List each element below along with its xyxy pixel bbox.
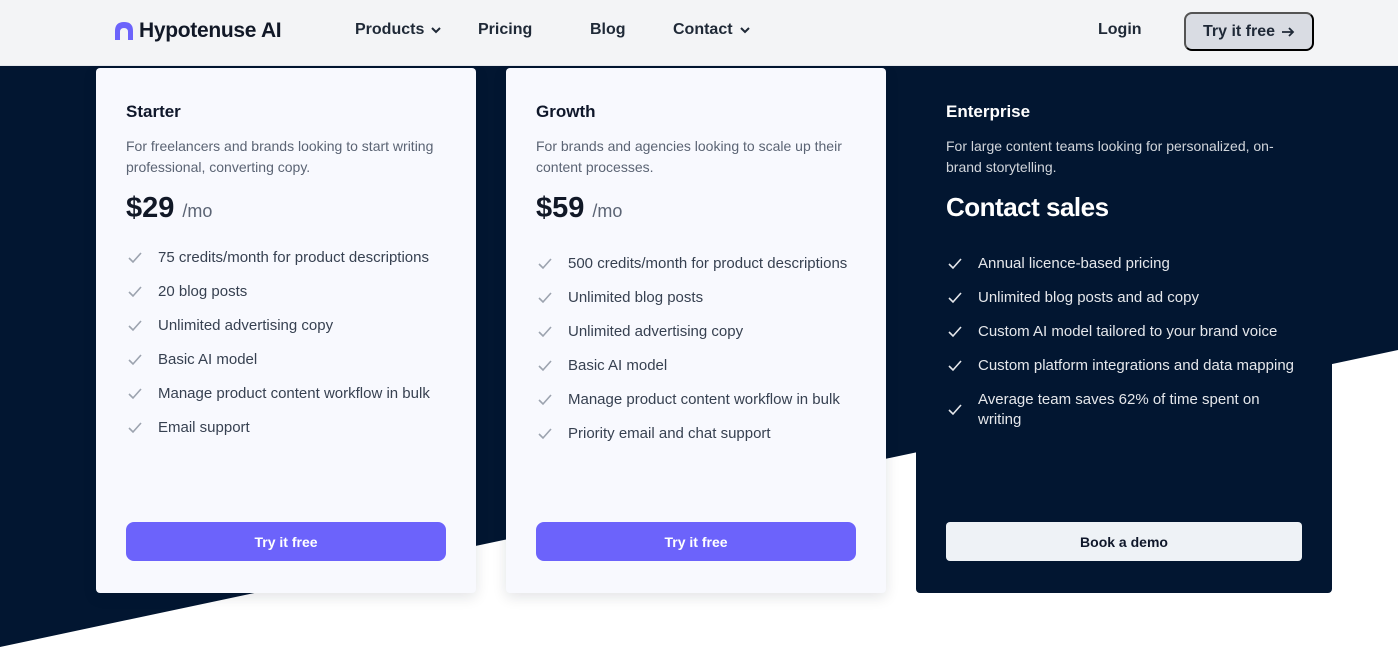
feature-text: 20 blog posts xyxy=(158,283,248,300)
arrow-right-icon xyxy=(1282,26,1295,37)
book-demo-button[interactable]: Book a demo xyxy=(946,522,1302,561)
try-free-nav-label: Try it free xyxy=(1202,22,1276,40)
feature-list: 75 credits/month for product description… xyxy=(126,248,446,438)
plan-description: For large content teams looking for pers… xyxy=(946,138,1274,175)
feature-item: 500 credits/month for product descriptio… xyxy=(536,254,856,274)
plan-card-enterprise: Enterprise For large content teams looki… xyxy=(916,68,1332,593)
feature-text: Manage product content workflow in bulk xyxy=(158,385,430,402)
plan-name: Enterprise xyxy=(946,102,1031,121)
price-unit: /mo xyxy=(182,201,213,221)
feature-item: Manage product content workflow in bulk xyxy=(536,390,856,410)
feature-item: Unlimited blog posts xyxy=(536,288,856,308)
chevron-down-icon xyxy=(739,27,750,34)
chevron-down-icon xyxy=(431,27,442,34)
feature-item: Unlimited advertising copy xyxy=(536,322,856,342)
feature-item: Unlimited advertising copy xyxy=(126,316,446,336)
plan-name: Growth xyxy=(536,102,596,121)
feature-text: Annual licence-based pricing xyxy=(978,255,1170,272)
feature-text: Custom AI model tailored to your brand v… xyxy=(978,323,1278,340)
check-icon xyxy=(538,292,552,304)
feature-text: 75 credits/month for product description… xyxy=(158,249,429,266)
nav-blog-label: Blog xyxy=(590,21,626,38)
brand-logo[interactable]: Hypotenuse AI xyxy=(113,19,282,43)
feature-text: Unlimited blog posts xyxy=(568,289,704,306)
feature-text: Custom platform integrations and data ma… xyxy=(978,357,1295,374)
plan-price: $59 /mo xyxy=(536,192,856,242)
check-icon xyxy=(128,354,142,366)
nav-products[interactable]: Products xyxy=(355,21,442,39)
check-icon xyxy=(128,252,142,264)
check-icon xyxy=(128,320,142,332)
feature-text: Unlimited advertising copy xyxy=(568,323,744,340)
try-free-button[interactable]: Try it free xyxy=(126,522,446,561)
nav-pricing[interactable]: Pricing xyxy=(478,21,532,39)
feature-item: Basic AI model xyxy=(536,356,856,376)
nav-contact-label: Contact xyxy=(673,21,733,38)
try-free-nav-button[interactable]: Try it free xyxy=(1184,12,1314,51)
nav-blog[interactable]: Blog xyxy=(590,21,626,39)
check-icon xyxy=(128,286,142,298)
nav-contact[interactable]: Contact xyxy=(673,21,751,39)
feature-item: Custom platform integrations and data ma… xyxy=(946,356,1302,376)
check-icon xyxy=(538,258,552,270)
feature-list: 500 credits/month for product descriptio… xyxy=(536,254,856,444)
plan-description: For brands and agencies looking to scale… xyxy=(536,138,842,175)
feature-item: Basic AI model xyxy=(126,350,446,370)
check-icon xyxy=(948,326,962,338)
check-icon xyxy=(538,394,552,406)
feature-item: Priority email and chat support xyxy=(536,424,856,444)
feature-item: Average team saves 62% of time spent on … xyxy=(946,390,1302,430)
feature-text: Email support xyxy=(158,419,250,436)
try-free-button[interactable]: Try it free xyxy=(536,522,856,561)
check-icon xyxy=(538,360,552,372)
check-icon xyxy=(128,388,142,400)
feature-text: Average team saves 62% of time spent on … xyxy=(978,391,1260,428)
feature-text: Basic AI model xyxy=(568,357,668,374)
check-icon xyxy=(948,404,962,416)
feature-text: Manage product content workflow in bulk xyxy=(568,391,840,408)
feature-item: Unlimited blog posts and ad copy xyxy=(946,288,1302,308)
feature-text: Priority email and chat support xyxy=(568,425,771,442)
logo-icon xyxy=(115,22,133,40)
check-icon xyxy=(948,292,962,304)
feature-text: 500 credits/month for product descriptio… xyxy=(568,255,848,272)
feature-item: Custom AI model tailored to your brand v… xyxy=(946,322,1302,342)
feature-item: Email support xyxy=(126,418,446,438)
price-unit: /mo xyxy=(592,201,623,221)
nav-pricing-label: Pricing xyxy=(478,21,533,38)
plan-card-starter: Starter For freelancers and brands looki… xyxy=(96,68,476,593)
nav-products-label: Products xyxy=(355,21,425,38)
feature-text: Unlimited blog posts and ad copy xyxy=(978,289,1199,306)
feature-item: 75 credits/month for product description… xyxy=(126,248,446,268)
plan-name: Starter xyxy=(126,102,181,121)
price-amount: $59 xyxy=(536,192,585,224)
feature-item: Manage product content workflow in bulk xyxy=(126,384,446,404)
feature-text: Basic AI model xyxy=(158,351,258,368)
contact-sales-heading: Contact sales xyxy=(946,192,1109,222)
check-icon xyxy=(948,258,962,270)
plan-price: $29 /mo xyxy=(126,192,446,242)
brand-name: Hypotenuse AI xyxy=(139,19,282,42)
login-link[interactable]: Login xyxy=(1098,21,1142,39)
check-icon xyxy=(538,326,552,338)
feature-item: Annual licence-based pricing xyxy=(946,254,1302,274)
check-icon xyxy=(128,422,142,434)
top-navigation: Hypotenuse AI Products Pricing Blog Cont… xyxy=(0,0,1398,66)
plan-card-growth: Growth For brands and agencies looking t… xyxy=(506,68,886,593)
feature-text: Unlimited advertising copy xyxy=(158,317,334,334)
feature-item: 20 blog posts xyxy=(126,282,446,302)
check-icon xyxy=(538,428,552,440)
price-amount: $29 xyxy=(126,192,175,224)
feature-list: Annual licence-based pricing Unlimited b… xyxy=(946,254,1302,430)
plan-description: For freelancers and brands looking to st… xyxy=(126,138,434,175)
check-icon xyxy=(948,360,962,372)
